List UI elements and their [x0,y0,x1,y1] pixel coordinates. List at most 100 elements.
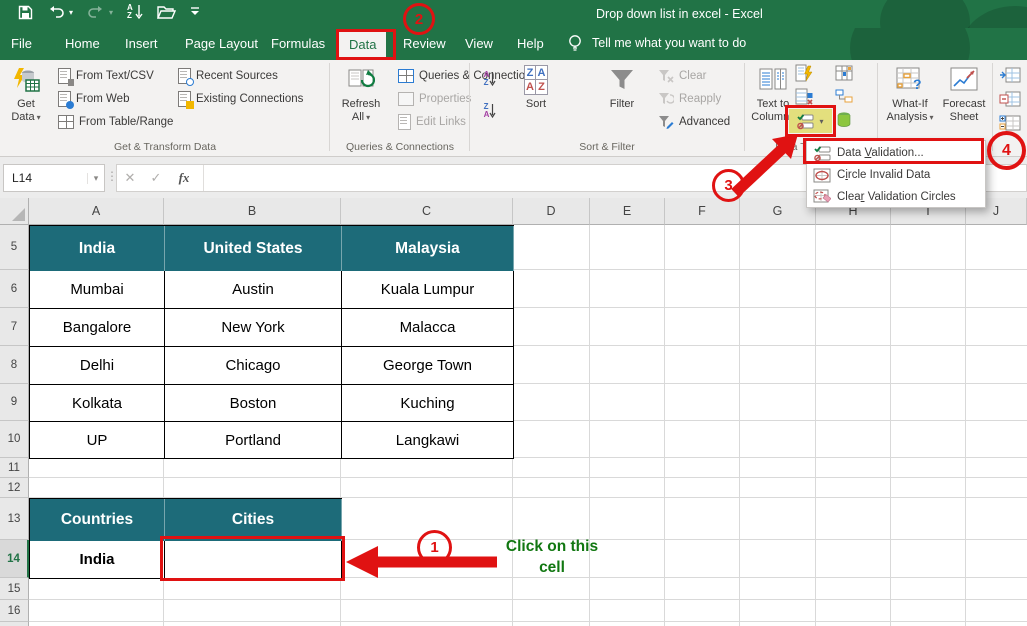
selection-cell[interactable]: India [30,541,165,579]
tab-formulas[interactable]: Formulas [268,32,328,56]
row-header-partial[interactable] [0,622,29,626]
filter-label: Filter [610,98,634,111]
reapply-filter-button[interactable]: Reapply [658,89,721,108]
sort-z-to-a-button[interactable]: ZA [477,100,503,122]
existing-connections-button[interactable]: Existing Connections [178,89,303,108]
menu-item-clear-validation-circles[interactable]: Clear Validation Circles [807,186,985,208]
step-3-arrow [690,115,810,205]
tab-review[interactable]: Review [400,32,449,56]
row-header-11[interactable]: 11 [0,458,29,478]
country-cell[interactable]: Kuala Lumpur [342,271,514,309]
country-cell[interactable]: Portland [165,422,342,459]
country-cell[interactable]: Malacca [342,309,514,347]
ribbon-tabs: File Home Insert Page Layout Formulas Da… [0,28,1027,60]
country-cell[interactable]: Delhi [30,347,165,385]
clear-filter-button[interactable]: Clear [658,66,706,85]
from-text-csv-button[interactable]: From Text/CSV [58,66,154,85]
group-cells-button[interactable] [999,64,1021,86]
tab-help[interactable]: Help [514,32,547,56]
selection-header-cell[interactable]: Countries [30,499,165,541]
country-cell[interactable]: Kuching [342,385,514,422]
column-header-C[interactable]: C [341,198,513,225]
enter-icon[interactable]: ✓ [143,170,169,186]
country-header-cell[interactable]: Malaysia [342,226,514,271]
insert-function-icon[interactable]: fx [169,170,199,186]
tab-page-layout[interactable]: Page Layout [182,32,261,56]
gridline [739,225,740,626]
from-web-button[interactable]: From Web [58,89,129,108]
row-header-10[interactable]: 10 [0,421,29,458]
data-model-icon [836,111,852,128]
row-header-8[interactable]: 8 [0,346,29,384]
country-cell[interactable]: Kolkata [30,385,165,422]
gridline [965,225,966,626]
row-header-13[interactable]: 13 [0,498,29,540]
tab-home[interactable]: Home [62,32,103,56]
chevron-down-icon[interactable]: ▾ [87,173,104,184]
country-header-cell[interactable]: India [30,226,165,271]
manage-data-model-button[interactable] [833,108,855,130]
column-header-B[interactable]: B [164,198,341,225]
column-header-D[interactable]: D [513,198,590,225]
country-cell[interactable]: Boston [165,385,342,422]
row-header-15[interactable]: 15 [0,578,29,600]
from-table-range-button[interactable]: From Table/Range [58,112,173,131]
column-header-A[interactable]: A [29,198,164,225]
country-header-cell[interactable]: United States [165,226,342,271]
row-header-14[interactable]: 14 [0,540,29,578]
sort-ascending-button[interactable]: AZ [127,4,143,20]
table-icon [58,115,74,129]
undo-button[interactable]: ▾ [47,5,73,19]
consolidate-button[interactable] [833,62,855,84]
country-cell[interactable]: UP [30,422,165,459]
cancel-icon[interactable]: ✕ [117,170,143,186]
country-cell[interactable]: Langkawi [342,422,514,459]
name-box[interactable]: L14 ▾ [3,164,105,192]
sort-a-to-z-button[interactable]: AZ [477,68,503,90]
country-cell[interactable]: New York [165,309,342,347]
column-header-E[interactable]: E [590,198,665,225]
row-header-5[interactable]: 5 [0,225,29,270]
tab-view[interactable]: View [462,32,496,56]
selection-header-cell[interactable]: Cities [165,499,342,541]
country-cell[interactable]: Chicago [165,347,342,385]
refresh-all-button[interactable]: Refresh All▾ [334,62,388,136]
country-cell[interactable]: Austin [165,271,342,309]
row-header-9[interactable]: 9 [0,384,29,421]
tell-me-box[interactable]: Tell me what you want to do [568,34,746,52]
ungroup-cells-button[interactable] [999,88,1021,110]
redo-button[interactable]: ▾ [87,5,113,19]
country-cell[interactable]: Bangalore [30,309,165,347]
save-button[interactable] [18,5,33,20]
country-cell[interactable]: Mumbai [30,271,165,309]
tab-insert[interactable]: Insert [122,32,161,56]
row-header-6[interactable]: 6 [0,270,29,308]
filter-button[interactable]: Filter [598,62,646,136]
select-all-corner[interactable] [0,198,29,225]
flash-fill-button[interactable] [793,62,815,84]
recent-sources-button[interactable]: Recent Sources [178,66,278,85]
remove-duplicates-button[interactable] [793,85,815,107]
tab-file[interactable]: File [8,32,35,56]
chevron-down-icon: ▾ [37,113,41,122]
target-cell-highlight-box [160,536,345,581]
sort-button[interactable]: ZAAZ Sort [512,62,560,136]
forecast-sheet-button[interactable]: Forecast Sheet [938,62,990,136]
open-file-button[interactable] [157,5,176,19]
menu-item-circle-invalid-data[interactable]: Circle Invalid Data [807,164,985,186]
properties-button[interactable]: Properties [398,89,471,108]
row-header-16[interactable]: 16 [0,600,29,622]
country-cell[interactable]: George Town [342,347,514,385]
customize-qat-button[interactable] [190,6,200,18]
what-if-analysis-button[interactable]: ? What-If Analysis▾ [882,62,938,136]
decorative-blob [850,28,970,60]
row-header-7[interactable]: 7 [0,308,29,346]
group-label-get-transform: Get & Transform Data [114,141,216,153]
relationships-button[interactable] [833,85,855,107]
row-header-12[interactable]: 12 [0,478,29,498]
get-data-button[interactable]: Get Data▾ [2,62,50,136]
click-instruction-line1: Click on this [506,538,598,555]
edit-links-button[interactable]: Edit Links [398,112,466,131]
gridline [815,225,816,626]
queries-icon [398,69,414,83]
